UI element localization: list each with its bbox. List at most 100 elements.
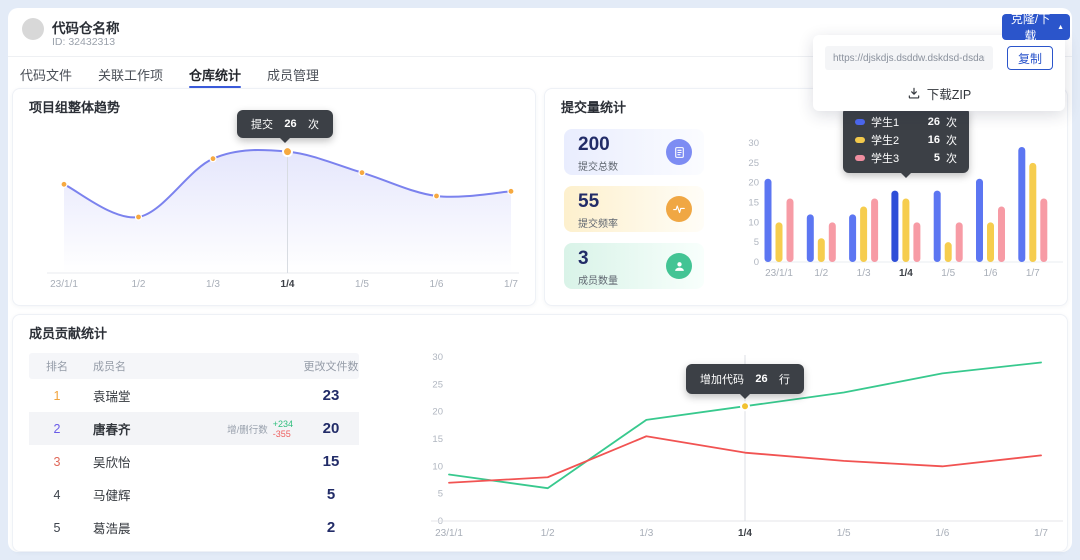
series-value: 5 [933,152,940,164]
series-name: 学生2 [871,135,900,147]
tooltip-value: 26 [284,118,297,130]
svg-text:1/5: 1/5 [837,528,851,539]
stat-value: 55 [578,191,600,212]
lines-changed: 增/删行数 +234 -355 [227,419,293,439]
svg-text:1/3: 1/3 [639,528,653,539]
svg-text:1/2: 1/2 [814,268,828,279]
commit-card-title: 提交量统计 [561,100,627,115]
tooltip-value: 26 [755,373,768,385]
trend-tooltip: 提交 26 次 [237,110,333,138]
contribution-card: 成员贡献统计 排名 成员名 更改文件数 1 袁瑞堂 23 2 唐春齐 增/删行数 +234-… [12,314,1068,552]
svg-text:25: 25 [432,379,443,390]
table-row[interactable]: 5 葛浩晨 2 [29,511,359,544]
svg-text:5: 5 [754,237,759,248]
col-changed-files: 更改文件数 [303,361,359,373]
svg-text:23/1/1: 23/1/1 [50,279,78,289]
clone-url-input[interactable] [825,46,993,70]
svg-text:10: 10 [748,217,759,228]
repo-avatar [22,18,44,40]
svg-text:1/3: 1/3 [206,279,220,289]
files-cell: 15 [322,453,340,470]
contribution-card-title: 成员贡献统计 [29,326,108,341]
svg-text:1/6: 1/6 [935,528,949,539]
table-row[interactable]: 4 马健辉 5 [29,478,359,511]
download-zip-button[interactable]: 下载ZIP [813,81,1065,105]
svg-text:1/6: 1/6 [984,268,998,279]
svg-text:30: 30 [432,352,443,363]
svg-text:1/4: 1/4 [281,279,295,289]
series-value: 16 [927,134,940,146]
svg-text:0: 0 [754,257,759,268]
download-zip-label: 下载ZIP [926,87,972,102]
tab-repo-stats[interactable]: 仓库统计 [189,60,242,88]
repo-id: ID: 32432313 [52,36,116,48]
tooltip-series-row: 学生1 26 次 [843,113,969,131]
files-cell: 2 [326,519,336,536]
code-lines-tooltip: 增加代码 26 行 [686,364,804,394]
table-header-row: 排名 成员名 更改文件数 [29,353,359,379]
table-row[interactable]: 3 吴欣怡 15 [29,445,359,478]
rank-cell: 3 [53,454,61,469]
copy-button[interactable]: 复制 [1007,46,1053,70]
svg-text:1/6: 1/6 [430,279,444,289]
stat-value: 200 [578,134,610,155]
stat-label: 提交频率 [578,219,618,230]
tooltip-label: 提交 [251,119,273,131]
stat-label: 成员数量 [578,276,618,287]
table-row[interactable]: 1 袁瑞堂 23 [29,379,359,412]
tab-member-management[interactable]: 成员管理 [267,60,319,88]
svg-text:1/7: 1/7 [1034,528,1048,539]
tab-linked-workitems[interactable]: 关联工作项 [98,60,163,88]
trend-line-chart[interactable]: 23/1/1 1/2 1/3 1/4 1/5 1/6 1/7 [27,119,527,289]
tooltip-label: 增加代码 [700,374,744,386]
name-cell: 袁瑞堂 [93,390,131,404]
series-name: 学生3 [871,153,900,165]
tab-code-files[interactable]: 代码文件 [20,60,72,88]
svg-text:1/5: 1/5 [941,268,955,279]
svg-text:1/7: 1/7 [504,279,518,289]
user-icon [666,253,692,279]
download-icon [907,86,921,100]
series-dot [855,137,865,143]
rank-cell: 4 [53,487,61,502]
series-unit: 次 [946,153,957,165]
stat-card-green: 3 成员数量 [564,243,704,289]
commit-tooltip: 学生1 26 次学生2 16 次学生3 5 次 [843,107,969,173]
svg-text:1/4: 1/4 [738,528,752,539]
svg-text:15: 15 [748,198,759,209]
rank-cell: 2 [53,421,61,436]
page-title: 代码仓名称 [52,21,120,36]
svg-text:23/1/1: 23/1/1 [765,268,793,279]
files-cell: 20 [322,420,340,437]
svg-text:20: 20 [432,407,443,418]
series-unit: 次 [946,117,957,129]
series-dot [855,119,865,125]
svg-text:20: 20 [748,178,759,189]
svg-text:1/2: 1/2 [541,528,555,539]
contribution-table: 排名 成员名 更改文件数 1 袁瑞堂 23 2 唐春齐 增/删行数 +234 -355 20 3 吴… [29,353,359,544]
tooltip-series-row: 学生2 16 次 [843,131,969,149]
svg-text:25: 25 [748,158,759,169]
doc-icon [666,139,692,165]
svg-text:30: 30 [748,138,759,149]
table-row[interactable]: 2 唐春齐 增/删行数 +234 -355 20 [29,412,359,445]
name-cell: 马健辉 [93,489,131,503]
tooltip-series-row: 学生3 5 次 [843,149,969,167]
svg-text:5: 5 [438,489,443,500]
tab-bar: 代码文件 关联工作项 仓库统计 成员管理 [20,60,319,88]
lines-deleted: -355 [272,428,291,439]
svg-text:1/5: 1/5 [355,279,369,289]
svg-text:1/4: 1/4 [899,268,913,279]
name-cell: 吴欣怡 [93,456,131,470]
chevron-up-icon: ▲ [1057,23,1064,31]
svg-text:1/7: 1/7 [1026,268,1040,279]
svg-text:1/3: 1/3 [857,268,871,279]
table-body: 1 袁瑞堂 23 2 唐春齐 增/删行数 +234 -355 20 3 吴欣怡 15 4 马健辉 5 5 葛浩晨… [29,379,359,544]
col-member: 成员名 [93,361,126,373]
rank-cell: 1 [53,388,61,403]
clone-download-button[interactable]: 克隆/下载 ▲ [1002,12,1070,43]
tooltip-unit: 行 [779,374,790,386]
commit-stats-card: 提交量统计 200 提交总数 55 提交频率 3 成员数量 0 5 10 15 20 25 30 23/… [544,88,1068,306]
clone-download-label: 克隆/下载 [1010,12,1051,43]
stat-card-blue: 200 提交总数 [564,129,704,175]
